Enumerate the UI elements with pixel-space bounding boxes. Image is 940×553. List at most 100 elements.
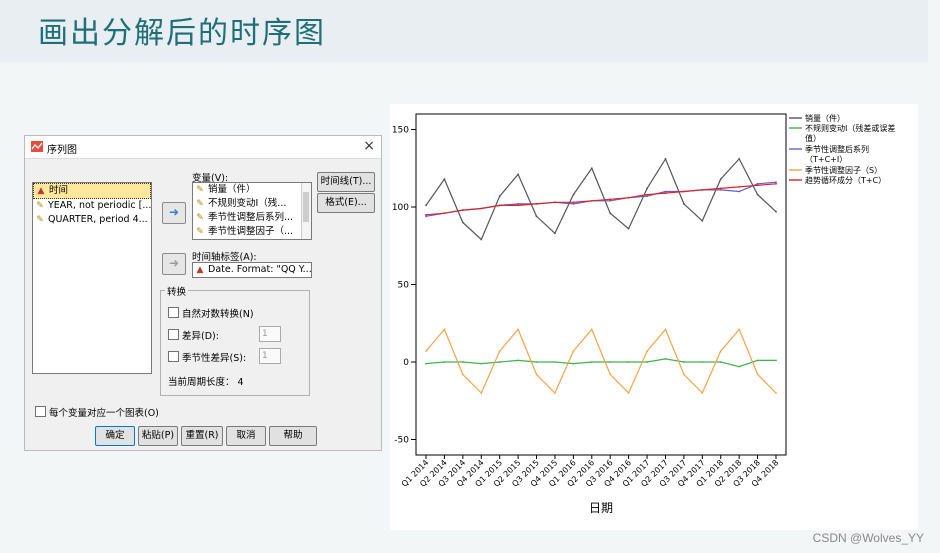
reset-button[interactable]: 重置(R) [181,426,223,446]
move-to-axis-label-button[interactable]: ➜ [162,253,186,275]
data-point [738,328,741,331]
data-point [443,178,446,180]
data-point [609,212,612,215]
paste-button[interactable]: 粘贴(P) [138,426,178,446]
data-point [627,361,630,363]
data-point [719,178,722,180]
data-point [498,195,501,198]
transform-group-title: 转换 [165,284,189,298]
arrow-right-icon: ➜ [169,256,180,270]
data-point [590,167,593,170]
y-tick-label: 0 [403,358,409,368]
data-point [535,361,538,363]
data-point [480,238,483,241]
sequence-chart-panel: -50 0 50 100 150 Q1 2014 Q2 2014 Q3 2014 Q4 2014… [390,104,918,530]
data-point [627,392,630,394]
data-point [627,227,630,230]
data-point [425,362,427,365]
list-item[interactable]: ✎ 季节性调整后系列... [193,211,311,225]
data-point [719,187,722,190]
data-point [719,350,722,352]
data-point [461,221,464,224]
scroll-thumb[interactable] [303,192,309,222]
ruler-icon: ✎ [36,215,44,225]
data-point [683,373,685,376]
plot-area [415,113,787,456]
data-point [664,328,667,331]
date-icon: ▲ [196,265,204,275]
close-icon[interactable]: × [363,138,375,154]
axis-label-field[interactable]: ▲ Date. Format: "QQ Y... [192,262,312,278]
ruler-icon: ✎ [196,199,204,209]
x-axis-title: 日期 [589,501,613,515]
data-point [554,392,556,394]
list-item[interactable]: ✎ YEAR, not periodic [... [33,199,151,213]
format-button[interactable]: 格式(E)... [317,193,375,213]
data-point [738,365,741,368]
data-point [756,193,759,196]
data-point [756,373,759,376]
data-point [609,373,612,376]
legend-label: 销量（件） [805,113,845,123]
legend-label: 不规则变动I（残差或误差 [805,123,895,133]
ok-button[interactable]: 确定 [95,426,135,446]
data-point [738,186,741,188]
data-point [572,193,575,196]
current-period-text: 当前周期长度： 4 [168,377,244,388]
seasonal-difference-checkbox[interactable] [168,351,179,362]
difference-checkbox[interactable] [168,329,179,340]
data-point [498,204,501,207]
list-item[interactable]: ▲ 时间 [33,183,151,199]
data-point [683,361,685,363]
data-point [664,158,667,160]
data-point [480,362,483,365]
move-to-variables-button[interactable]: ➜ [162,202,186,224]
scrollbar[interactable] [301,183,311,239]
natural-log-label: 自然对数转换(N) [182,309,254,320]
data-point [701,220,704,222]
data-point [756,359,759,362]
dependent-variable-list[interactable]: ✎ 销量（件） ✎ 不规则变动I（残... ✎ 季节性调整后系列... ✎ 季节性调整因… [192,182,312,240]
dialog-title: 序列图 [47,145,77,156]
data-point [443,212,446,215]
data-point [646,193,648,196]
data-point [775,182,777,185]
data-point [498,350,501,352]
data-point [664,358,667,360]
axis-label-label: 时间轴标签(A): [192,252,257,263]
data-point [664,192,667,194]
list-item[interactable]: ✎ 不规则变动I（残... [193,197,311,211]
y-tick-label: 100 [392,203,409,213]
list-item[interactable]: ✎ 季节性调整因子（... [193,225,311,239]
legend-label: 值） [805,133,821,143]
data-point [461,373,464,376]
data-point [590,199,593,202]
source-variable-list[interactable]: ▲ 时间 ✎ YEAR, not periodic [... ✎ QUARTER, p… [32,182,152,374]
data-point [572,203,575,205]
list-item[interactable]: ✎ 销量（件） [193,183,311,197]
data-point [517,173,519,176]
data-point [554,201,556,204]
data-point [572,350,575,352]
one-chart-per-variable-checkbox[interactable] [35,406,46,417]
data-point [701,361,704,363]
natural-log-checkbox[interactable] [168,307,179,318]
y-tick-label: 150 [392,126,409,136]
data-point [664,190,667,193]
timeline-button[interactable]: 时间线(T)... [317,172,375,192]
difference-stepper[interactable]: 1 [259,326,281,342]
data-point [554,232,556,235]
data-point [480,392,483,394]
data-point [701,189,704,191]
seasonal-difference-stepper[interactable]: 1 [259,348,281,364]
data-point [461,361,464,363]
cancel-button[interactable]: 取消 [226,426,266,446]
list-item[interactable]: ▲ Date. Format: "QQ Y... [193,263,311,277]
list-item[interactable]: ✎ QUARTER, period 4... [33,213,151,227]
ruler-icon: ✎ [196,213,204,223]
data-point [738,158,741,160]
dialog-titlebar[interactable]: 序列图 × [25,136,381,159]
data-point [775,210,777,213]
help-button[interactable]: 帮助 [269,426,317,446]
difference-label: 差异(D): [182,331,219,342]
